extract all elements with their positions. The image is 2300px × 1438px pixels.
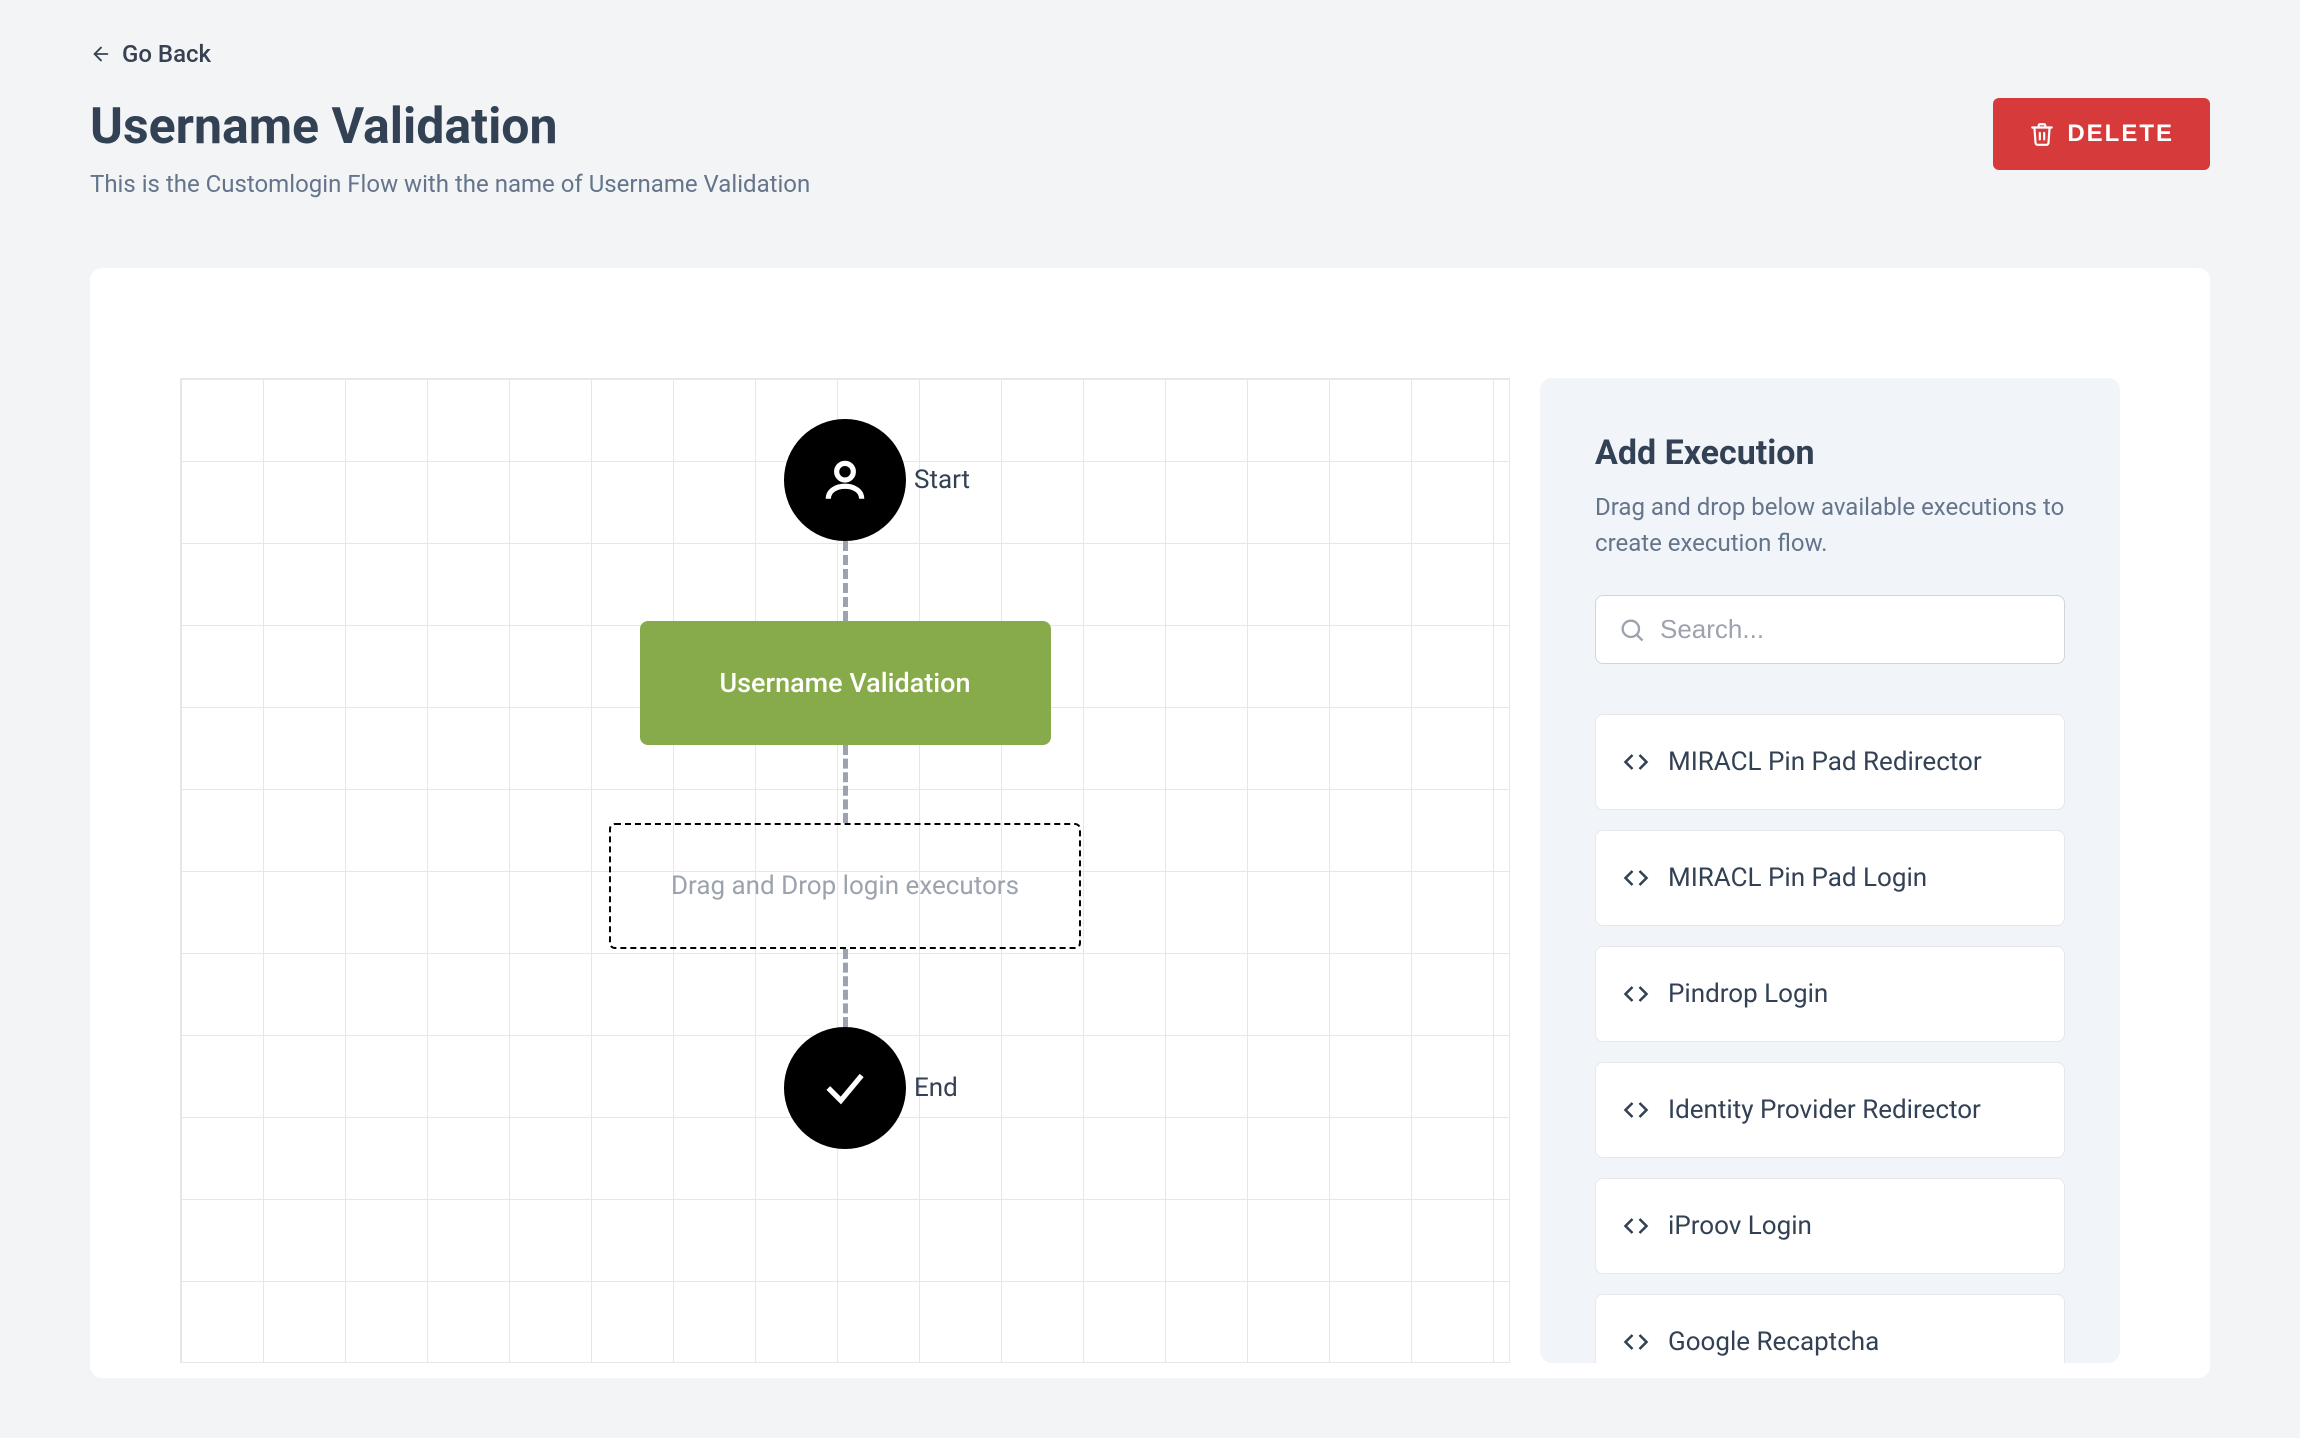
sidebar-title: Add Execution [1595, 433, 2065, 473]
flow-connector [843, 949, 848, 1027]
delete-button[interactable]: DELETE [1993, 98, 2210, 170]
code-icon [1622, 864, 1650, 892]
execution-item[interactable]: Identity Provider Redirector [1595, 1062, 2065, 1158]
execution-item[interactable]: Google Recaptcha [1595, 1294, 2065, 1363]
page-title: Username Validation [90, 98, 810, 156]
execution-item-label: iProov Login [1668, 1211, 1812, 1241]
execution-item-label: MIRACL Pin Pad Redirector [1668, 747, 1982, 777]
arrow-left-icon [90, 43, 112, 65]
user-icon [820, 455, 870, 505]
go-back-link[interactable]: Go Back [90, 40, 211, 68]
code-icon [1622, 980, 1650, 1008]
code-icon [1622, 1096, 1650, 1124]
page-subtitle: This is the Customlogin Flow with the na… [90, 170, 810, 198]
code-icon [1622, 748, 1650, 776]
check-icon [820, 1063, 870, 1113]
go-back-label: Go Back [122, 40, 211, 68]
flow-canvas[interactable]: Start Username Validation Drag and Drop … [180, 378, 1510, 1363]
execution-item[interactable]: MIRACL Pin Pad Login [1595, 830, 2065, 926]
execution-item[interactable]: Pindrop Login [1595, 946, 2065, 1042]
execution-item-label: Pindrop Login [1668, 979, 1828, 1009]
flow-execution-node[interactable]: Username Validation [640, 621, 1051, 745]
flow-dropzone[interactable]: Drag and Drop login executors [609, 823, 1081, 949]
sidebar-description: Drag and drop below available executions… [1595, 489, 2065, 561]
search-icon [1618, 616, 1646, 644]
execution-item[interactable]: iProov Login [1595, 1178, 2065, 1274]
search-field-wrapper[interactable] [1595, 595, 2065, 664]
search-input[interactable] [1660, 614, 2042, 645]
execution-item-label: Google Recaptcha [1668, 1327, 1879, 1357]
execution-item[interactable]: MIRACL Pin Pad Redirector [1595, 714, 2065, 810]
code-icon [1622, 1328, 1650, 1356]
delete-button-label: DELETE [2067, 120, 2174, 148]
code-icon [1622, 1212, 1650, 1240]
trash-icon [2029, 121, 2055, 147]
flow-end-node[interactable]: End [784, 1027, 906, 1149]
flow-connector [843, 745, 848, 823]
flow-connector [843, 541, 848, 621]
flow-start-label: Start [914, 465, 970, 495]
flow-start-node[interactable]: Start [784, 419, 906, 541]
add-execution-panel: Add Execution Drag and drop below availa… [1540, 378, 2120, 1363]
execution-item-label: Identity Provider Redirector [1668, 1095, 1981, 1125]
execution-item-label: MIRACL Pin Pad Login [1668, 863, 1927, 893]
flow-end-label: End [914, 1073, 958, 1103]
